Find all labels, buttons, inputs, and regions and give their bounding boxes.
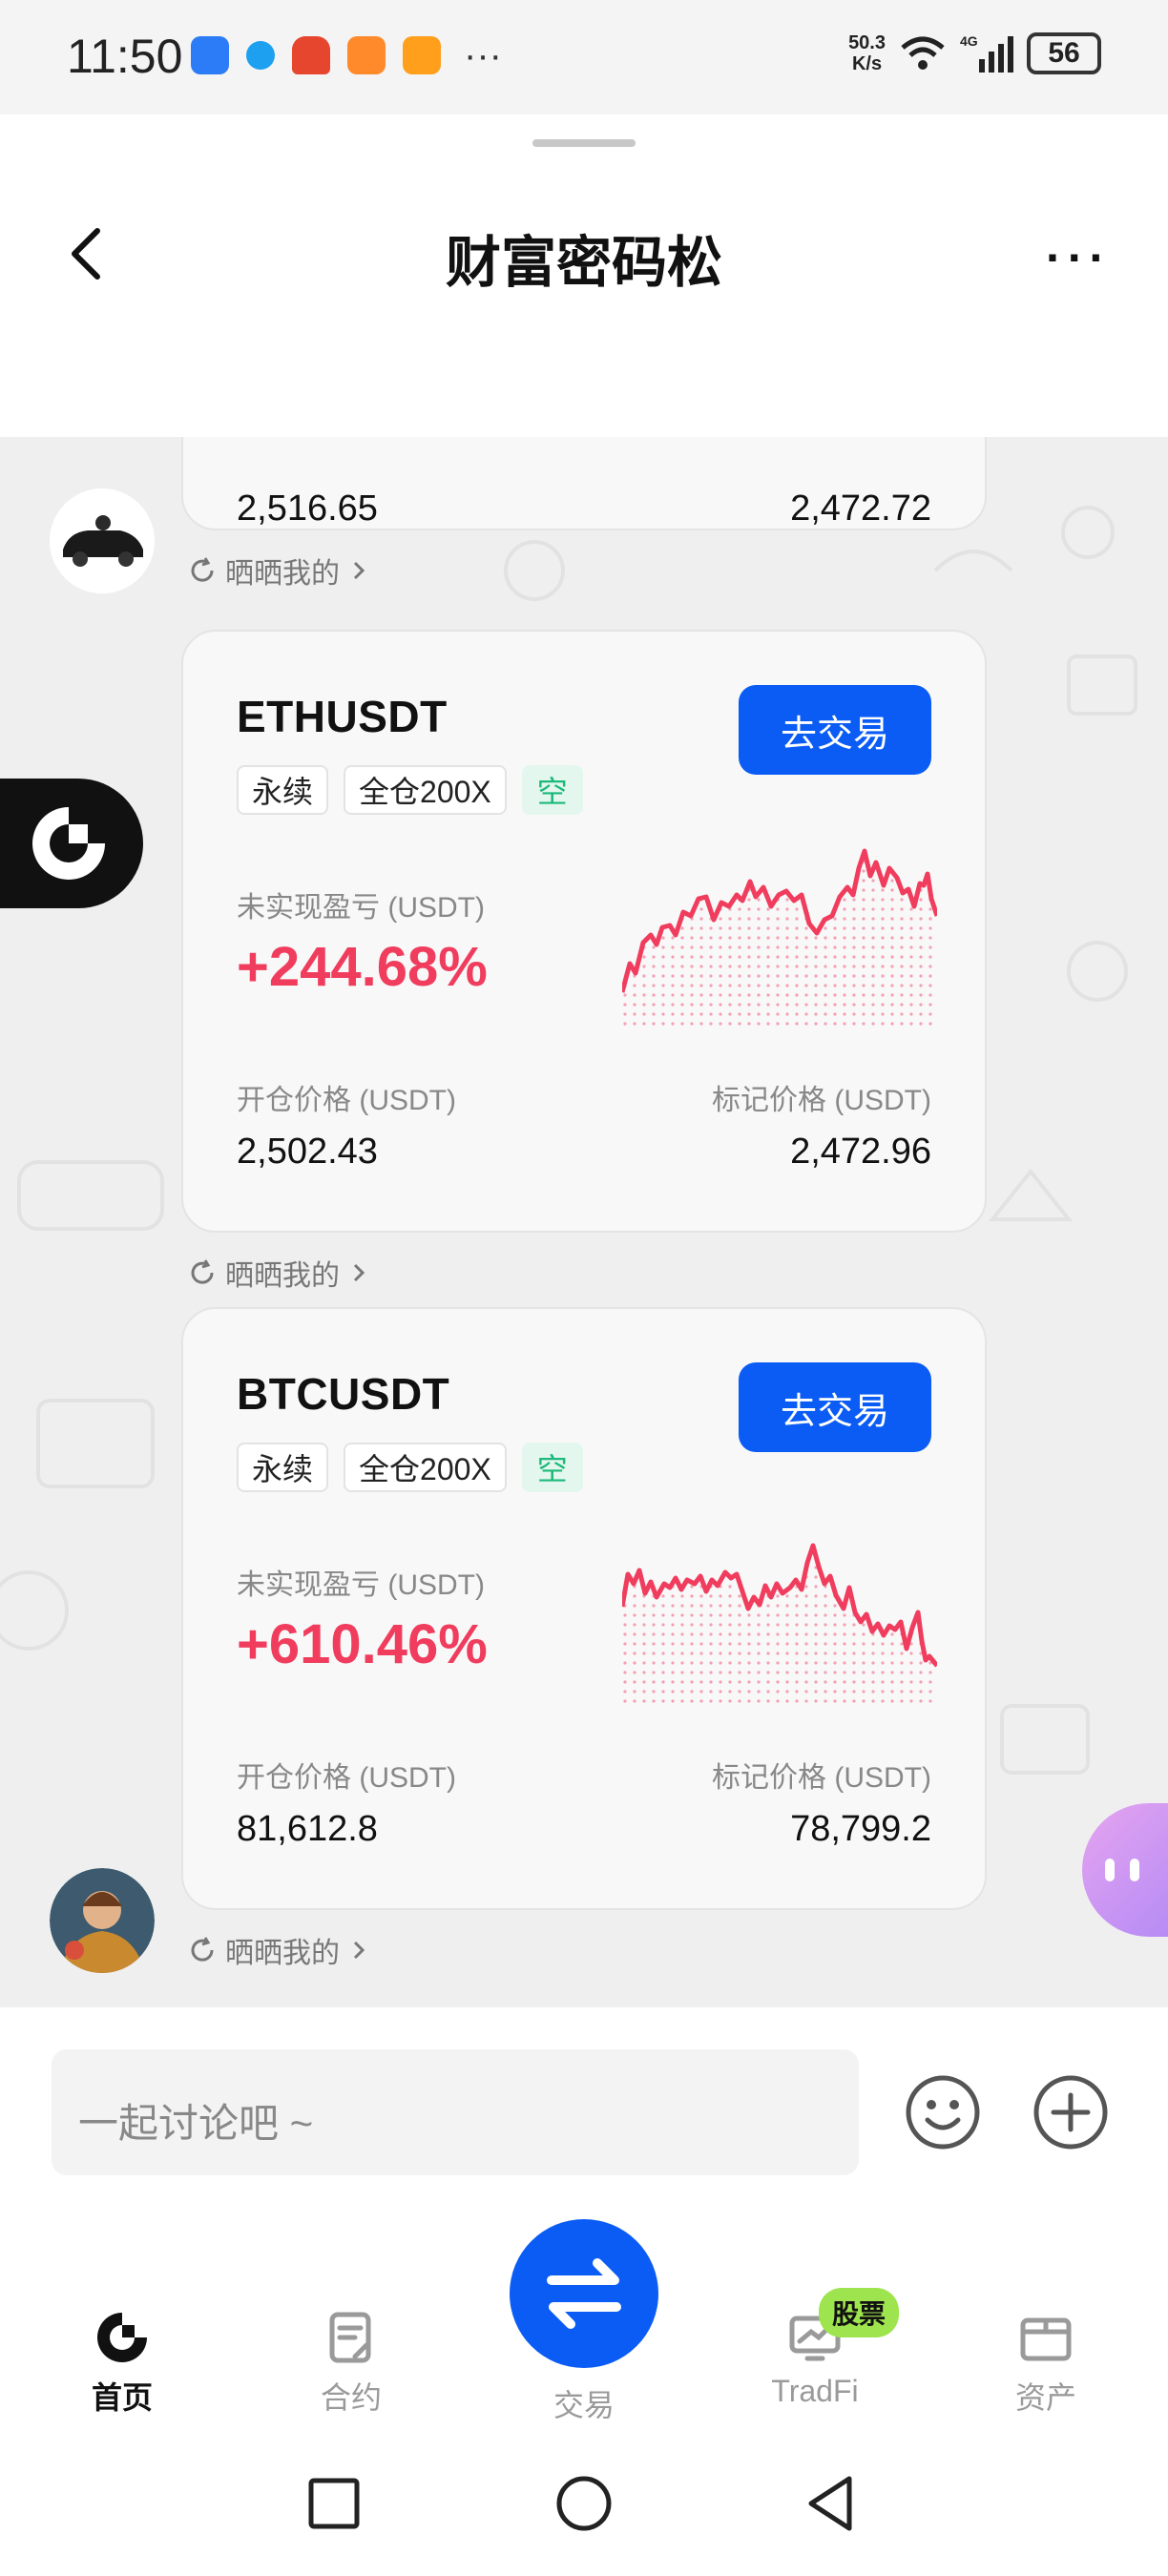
chevron-right-icon [353, 1263, 365, 1282]
tag-perpetual: 永续 [237, 765, 329, 815]
position-card[interactable]: BTCUSDT 去交易 永续 全仓200X 空 未实现盈亏 (USDT) +61… [181, 1307, 987, 1910]
sender-avatar[interactable] [50, 488, 155, 593]
mark-price-label: 标记价格 (USDT) [712, 1085, 931, 1116]
message-composer: 一起讨论吧 ~ [0, 2007, 1168, 2194]
price-sparkline [622, 1543, 937, 1708]
add-attachment-button[interactable] [1032, 2074, 1109, 2150]
nav-home-label: 首页 [91, 2380, 153, 2415]
wifi-icon [901, 36, 945, 70]
back-system-button[interactable] [803, 2473, 857, 2534]
share-link[interactable]: 晒晒我的 [187, 1252, 370, 1294]
nav-tradfi-label: TradFi [771, 2374, 859, 2408]
status-notification-icons: ··· [191, 36, 502, 74]
position-tags: 永续 全仓200X 空 [237, 765, 583, 815]
chat-message-area[interactable]: 2,516.65 2,472.72 晒晒我的 ETHUSDT 去交易 永续 全仓… [0, 437, 1168, 2007]
gate-logo-icon [32, 807, 105, 880]
open-price-value: 81,612.8 [237, 1809, 378, 1849]
system-navigation-bar [0, 2433, 1168, 2576]
emoji-button[interactable] [905, 2074, 981, 2150]
nav-contract[interactable]: 合约 [275, 2309, 428, 2418]
share-link-label: 晒晒我的 [225, 1260, 340, 1292]
go-trade-button[interactable]: 去交易 [739, 685, 931, 775]
refresh-icon [191, 557, 214, 582]
assistant-icon [1105, 1859, 1139, 1881]
recent-apps-button[interactable] [307, 2477, 361, 2530]
nav-home[interactable]: 首页 [46, 2309, 198, 2418]
network-speed-value: 50.3 [848, 32, 886, 53]
share-link-label: 晒晒我的 [225, 558, 340, 590]
pnl-value: +610.46% [237, 1613, 488, 1675]
sender-avatar[interactable] [50, 1868, 155, 1973]
more-options-button[interactable]: ··· [1046, 234, 1111, 281]
floating-gate-logo-button[interactable] [0, 779, 143, 908]
pnl-label: 未实现盈亏 (USDT) [237, 1569, 485, 1601]
position-card[interactable]: ETHUSDT 去交易 永续 全仓200X 空 未实现盈亏 (USDT) +24… [181, 630, 987, 1233]
home-button[interactable] [555, 2475, 613, 2532]
mark-price-label: 标记价格 (USDT) [712, 1762, 931, 1794]
contract-icon [329, 2312, 371, 2363]
tag-short: 空 [521, 765, 583, 815]
status-time: 11:50 [67, 30, 183, 83]
tag-margin-leverage: 全仓200X [344, 1443, 507, 1492]
stocks-badge: 股票 [819, 2288, 900, 2337]
pnl-label: 未实现盈亏 (USDT) [237, 892, 485, 924]
floating-assistant-button[interactable] [1082, 1803, 1168, 1937]
message-input-placeholder: 一起讨论吧 ~ [78, 2101, 314, 2146]
home-gate-icon [97, 2313, 147, 2362]
chevron-right-icon [353, 561, 365, 580]
app-notification-icon [191, 36, 229, 74]
nav-contract-label: 合约 [320, 2380, 382, 2415]
nav-assets[interactable]: 资产 [970, 2309, 1122, 2418]
battery-indicator: 56 [1027, 32, 1101, 74]
network-type: 4G [960, 33, 978, 49]
refresh-icon [191, 1259, 214, 1284]
message-input[interactable]: 一起讨论吧 ~ [52, 2049, 859, 2175]
mark-price-value: 78,799.2 [790, 1809, 931, 1849]
go-trade-button[interactable]: 去交易 [739, 1362, 931, 1452]
tag-margin-leverage: 全仓200X [344, 765, 507, 815]
sheet-drag-handle[interactable] [532, 139, 636, 147]
open-price-label: 开仓价格 (USDT) [237, 1085, 456, 1116]
price-sparkline [622, 848, 937, 1030]
status-indicators: 50.3 K/s 4G 56 [848, 32, 1101, 74]
signal-icon: 4G [960, 33, 1013, 73]
open-price-value: 2,502.43 [237, 1132, 378, 1172]
share-link[interactable]: 晒晒我的 [187, 1929, 370, 1971]
position-card-previous: 2,516.65 2,472.72 [181, 437, 987, 530]
position-tags: 永续 全仓200X 空 [237, 1443, 583, 1492]
status-bar: 11:50 ··· 50.3 K/s 4G 56 [0, 0, 1168, 114]
page-title: 财富密码松 [445, 232, 722, 294]
app-notification-icon [246, 41, 275, 70]
share-link-label: 晒晒我的 [225, 1938, 340, 1969]
more-notifications-icon: ··· [464, 34, 502, 76]
refresh-icon [191, 1937, 214, 1962]
chevron-right-icon [353, 1941, 365, 1960]
network-speed: 50.3 K/s [848, 32, 886, 74]
swap-arrows-icon [547, 2258, 621, 2329]
trading-pair: BTCUSDT [237, 1369, 450, 1419]
app-notification-icon [403, 36, 441, 74]
open-price-label: 开仓价格 (USDT) [237, 1762, 456, 1794]
trading-pair: ETHUSDT [237, 692, 448, 741]
app-notification-icon [347, 36, 386, 74]
tag-perpetual: 永续 [237, 1443, 329, 1492]
tag-short: 空 [521, 1443, 583, 1492]
wallet-icon [1020, 2317, 1072, 2361]
nav-trade-label: 交易 [553, 2388, 615, 2422]
share-link[interactable]: 晒晒我的 [187, 550, 370, 592]
app-notification-icon [292, 36, 330, 74]
nav-trade-button[interactable] [510, 2219, 658, 2368]
bottom-navigation: 首页 合约 交易 TradFi 股票 资产 [0, 2194, 1168, 2433]
pnl-value: +244.68% [237, 936, 488, 998]
nav-assets-label: 资产 [1014, 2380, 1076, 2415]
mark-price-value: 2,472.96 [790, 1132, 931, 1172]
network-speed-unit: K/s [851, 53, 883, 74]
open-price-value: 2,516.65 [237, 488, 378, 529]
mark-price-value: 2,472.72 [790, 488, 931, 529]
